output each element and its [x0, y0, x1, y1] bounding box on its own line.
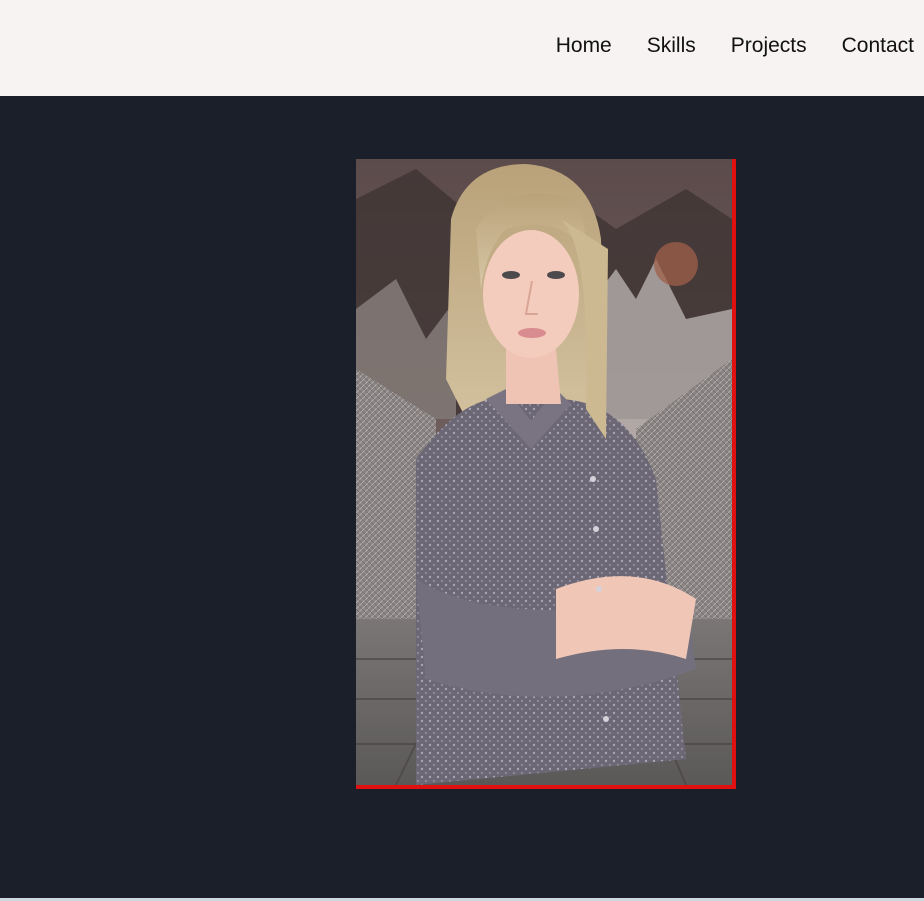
hero-section [0, 96, 924, 901]
main-nav: Home Skills Projects Contact [556, 31, 914, 61]
portrait-image [356, 159, 732, 785]
nav-link-contact[interactable]: Contact [842, 31, 914, 61]
nav-link-skills[interactable]: Skills [647, 31, 696, 61]
nav-link-home[interactable]: Home [556, 31, 612, 61]
site-header: Home Skills Projects Contact [0, 0, 924, 96]
portrait-frame [356, 159, 736, 789]
nav-link-projects[interactable]: Projects [731, 31, 807, 61]
